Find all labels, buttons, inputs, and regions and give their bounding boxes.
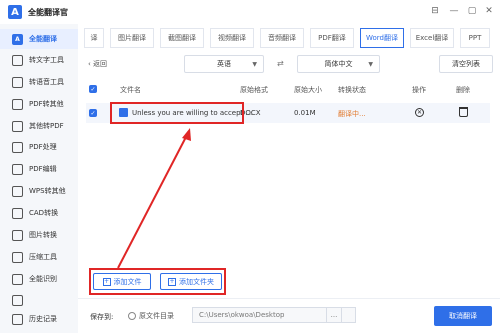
- cad-icon: [12, 207, 23, 219]
- pdf-process-icon: [12, 141, 23, 153]
- sidebar: A 全能翻译 转文字工具 转语音工具 PDF转其他 其他转PDF PDF处理 PD…: [0, 24, 78, 333]
- tab-ppt-translate[interactable]: PPT: [460, 28, 490, 48]
- pdf-edit-icon: [12, 163, 23, 175]
- column-header: 文件名: [120, 86, 141, 94]
- sidebar-item-label: PDF处理: [29, 143, 57, 151]
- sidebar-item-label: WPS转其他: [29, 187, 66, 195]
- close-icon[interactable]: ✕: [482, 4, 496, 18]
- tab-screenshot-translate[interactable]: 截图翻译: [160, 28, 204, 48]
- back-button[interactable]: ‹ 返回: [88, 59, 107, 69]
- recognize-icon: [12, 273, 23, 285]
- column-header: 原始大小: [294, 86, 322, 94]
- sidebar-item-label: 全能翻译: [29, 35, 57, 43]
- sidebar-item-label: 转文字工具: [29, 56, 64, 64]
- swap-language-icon[interactable]: ⇄: [277, 59, 284, 68]
- tab-pdf-translate[interactable]: PDF翻译: [310, 28, 354, 48]
- app-title: 全能翻译官: [28, 7, 68, 17]
- history-icon: [12, 313, 23, 325]
- save-to-label: 保存到:: [90, 313, 114, 321]
- column-header: 转换状态: [338, 86, 366, 94]
- source-dir-label: 原文件目录: [139, 312, 174, 320]
- chevron-down-icon: ▼: [368, 60, 373, 68]
- clear-list-button[interactable]: 清空列表: [439, 55, 493, 73]
- chevron-down-icon: ▼: [252, 60, 257, 68]
- sidebar-item-label: PDF转其他: [29, 100, 64, 108]
- tab-word-translate[interactable]: Word翻译: [360, 28, 404, 48]
- arrow-line: [117, 134, 188, 269]
- sidebar-item-compress[interactable]: 压缩工具: [0, 247, 78, 267]
- sidebar-item-history[interactable]: 历史记录: [0, 309, 78, 329]
- tab-bar: 译 图片翻译 截图翻译 视频翻译 音频翻译 PDF翻译 Word翻译 Excel…: [84, 28, 500, 48]
- sidebar-item-label: PDF编辑: [29, 165, 57, 173]
- target-language-value: 简体中文: [324, 60, 353, 68]
- app-window: A 全能翻译官 ⊟ — ▢ ✕ A 全能翻译 转文字工具 转语音工具 PDF转其他…: [0, 0, 500, 333]
- to-pdf-icon: [12, 120, 23, 132]
- sidebar-item-translate[interactable]: A 全能翻译: [0, 29, 78, 49]
- image-convert-icon: [12, 229, 23, 241]
- tab-image-translate[interactable]: 图片翻译: [110, 28, 154, 48]
- sidebar-item-label: 压缩工具: [29, 253, 57, 261]
- table-header: ✓ 文件名 原始格式 原始大小 转换状态 操作 删除: [86, 82, 490, 98]
- footer-bar: 保存到: 原文件目录 C:\Users\okwoa\Desktop ... 取消…: [78, 298, 500, 333]
- file-size: 0.01M: [294, 109, 316, 117]
- source-language-select[interactable]: 英语 ▼: [184, 55, 264, 73]
- add-folder-label: 添加文件夹: [179, 277, 214, 286]
- column-header: 删除: [456, 86, 470, 94]
- sidebar-item-more[interactable]: [0, 290, 78, 310]
- output-path-value: C:\Users\okwoa\Desktop: [199, 311, 285, 319]
- pdf-convert-icon: [12, 98, 23, 110]
- row-checkbox[interactable]: ✓: [89, 109, 97, 117]
- sidebar-item-text-tool[interactable]: 转文字工具: [0, 50, 78, 70]
- arrow-head: [182, 128, 191, 141]
- feedback-icon[interactable]: ⊟: [428, 4, 442, 18]
- add-file-label: 添加文件: [113, 277, 142, 286]
- browse-button[interactable]: ...: [326, 307, 342, 323]
- column-header: 操作: [412, 86, 426, 94]
- app-logo-icon: A: [8, 5, 22, 19]
- tab-audio-translate[interactable]: 音频翻译: [260, 28, 304, 48]
- tab-partial[interactable]: 译: [84, 28, 104, 48]
- tab-video-translate[interactable]: 视频翻译: [210, 28, 254, 48]
- sidebar-item-label: CAD转换: [29, 209, 59, 217]
- add-folder-icon: +: [168, 277, 176, 286]
- cancel-translate-button[interactable]: 取消翻译: [434, 306, 492, 326]
- sidebar-item-pdf-edit[interactable]: PDF编辑: [0, 159, 78, 179]
- compress-icon: [12, 251, 23, 263]
- tab-excel-translate[interactable]: Excel翻译: [410, 28, 454, 48]
- sidebar-item-label: 转语音工具: [29, 78, 64, 86]
- annotation-highlight-file: [110, 102, 244, 124]
- add-file-button[interactable]: + 添加文件: [93, 273, 151, 290]
- sidebar-item-speech-tool[interactable]: 转语音工具: [0, 72, 78, 92]
- sidebar-item-label: 历史记录: [29, 315, 57, 323]
- sidebar-item-pdf-convert[interactable]: PDF转其他: [0, 94, 78, 114]
- wps-icon: [12, 185, 23, 197]
- sidebar-item-pdf-process[interactable]: PDF处理: [0, 137, 78, 157]
- title-bar: A 全能翻译官 ⊟ — ▢ ✕: [0, 0, 500, 24]
- maximize-icon[interactable]: ▢: [465, 4, 479, 18]
- target-language-select[interactable]: 简体中文 ▼: [297, 55, 380, 73]
- column-header: 原始格式: [240, 86, 268, 94]
- select-all-checkbox[interactable]: ✓: [89, 85, 97, 93]
- sidebar-item-cad[interactable]: CAD转换: [0, 203, 78, 223]
- sidebar-item-image-convert[interactable]: 图片转换: [0, 225, 78, 245]
- translate-icon: A: [12, 33, 23, 45]
- text-tool-icon: [12, 54, 23, 66]
- minimize-icon[interactable]: —: [447, 4, 461, 18]
- sidebar-item-label: 图片转换: [29, 231, 57, 239]
- sidebar-item-label: 其他转PDF: [29, 122, 64, 130]
- sidebar-item-recognize[interactable]: 全能识别: [0, 269, 78, 289]
- toolbar: ‹ 返回 英语 ▼ ⇄ 简体中文 ▼ 清空列表: [84, 54, 500, 76]
- add-file-icon: +: [102, 277, 111, 286]
- status-badge: 翻译中...: [338, 110, 366, 118]
- sidebar-item-to-pdf[interactable]: 其他转PDF: [0, 116, 78, 136]
- trash-icon[interactable]: [459, 107, 468, 117]
- add-folder-button[interactable]: + 添加文件夹: [160, 273, 222, 290]
- sidebar-item-label: 全能识别: [29, 275, 57, 283]
- sidebar-item-wps[interactable]: WPS转其他: [0, 181, 78, 201]
- source-language-value: 英语: [217, 60, 231, 68]
- cancel-icon[interactable]: ✕: [415, 108, 424, 117]
- more-tool-icon: [12, 294, 23, 306]
- speech-tool-icon: [12, 76, 23, 88]
- source-dir-radio[interactable]: [128, 312, 136, 320]
